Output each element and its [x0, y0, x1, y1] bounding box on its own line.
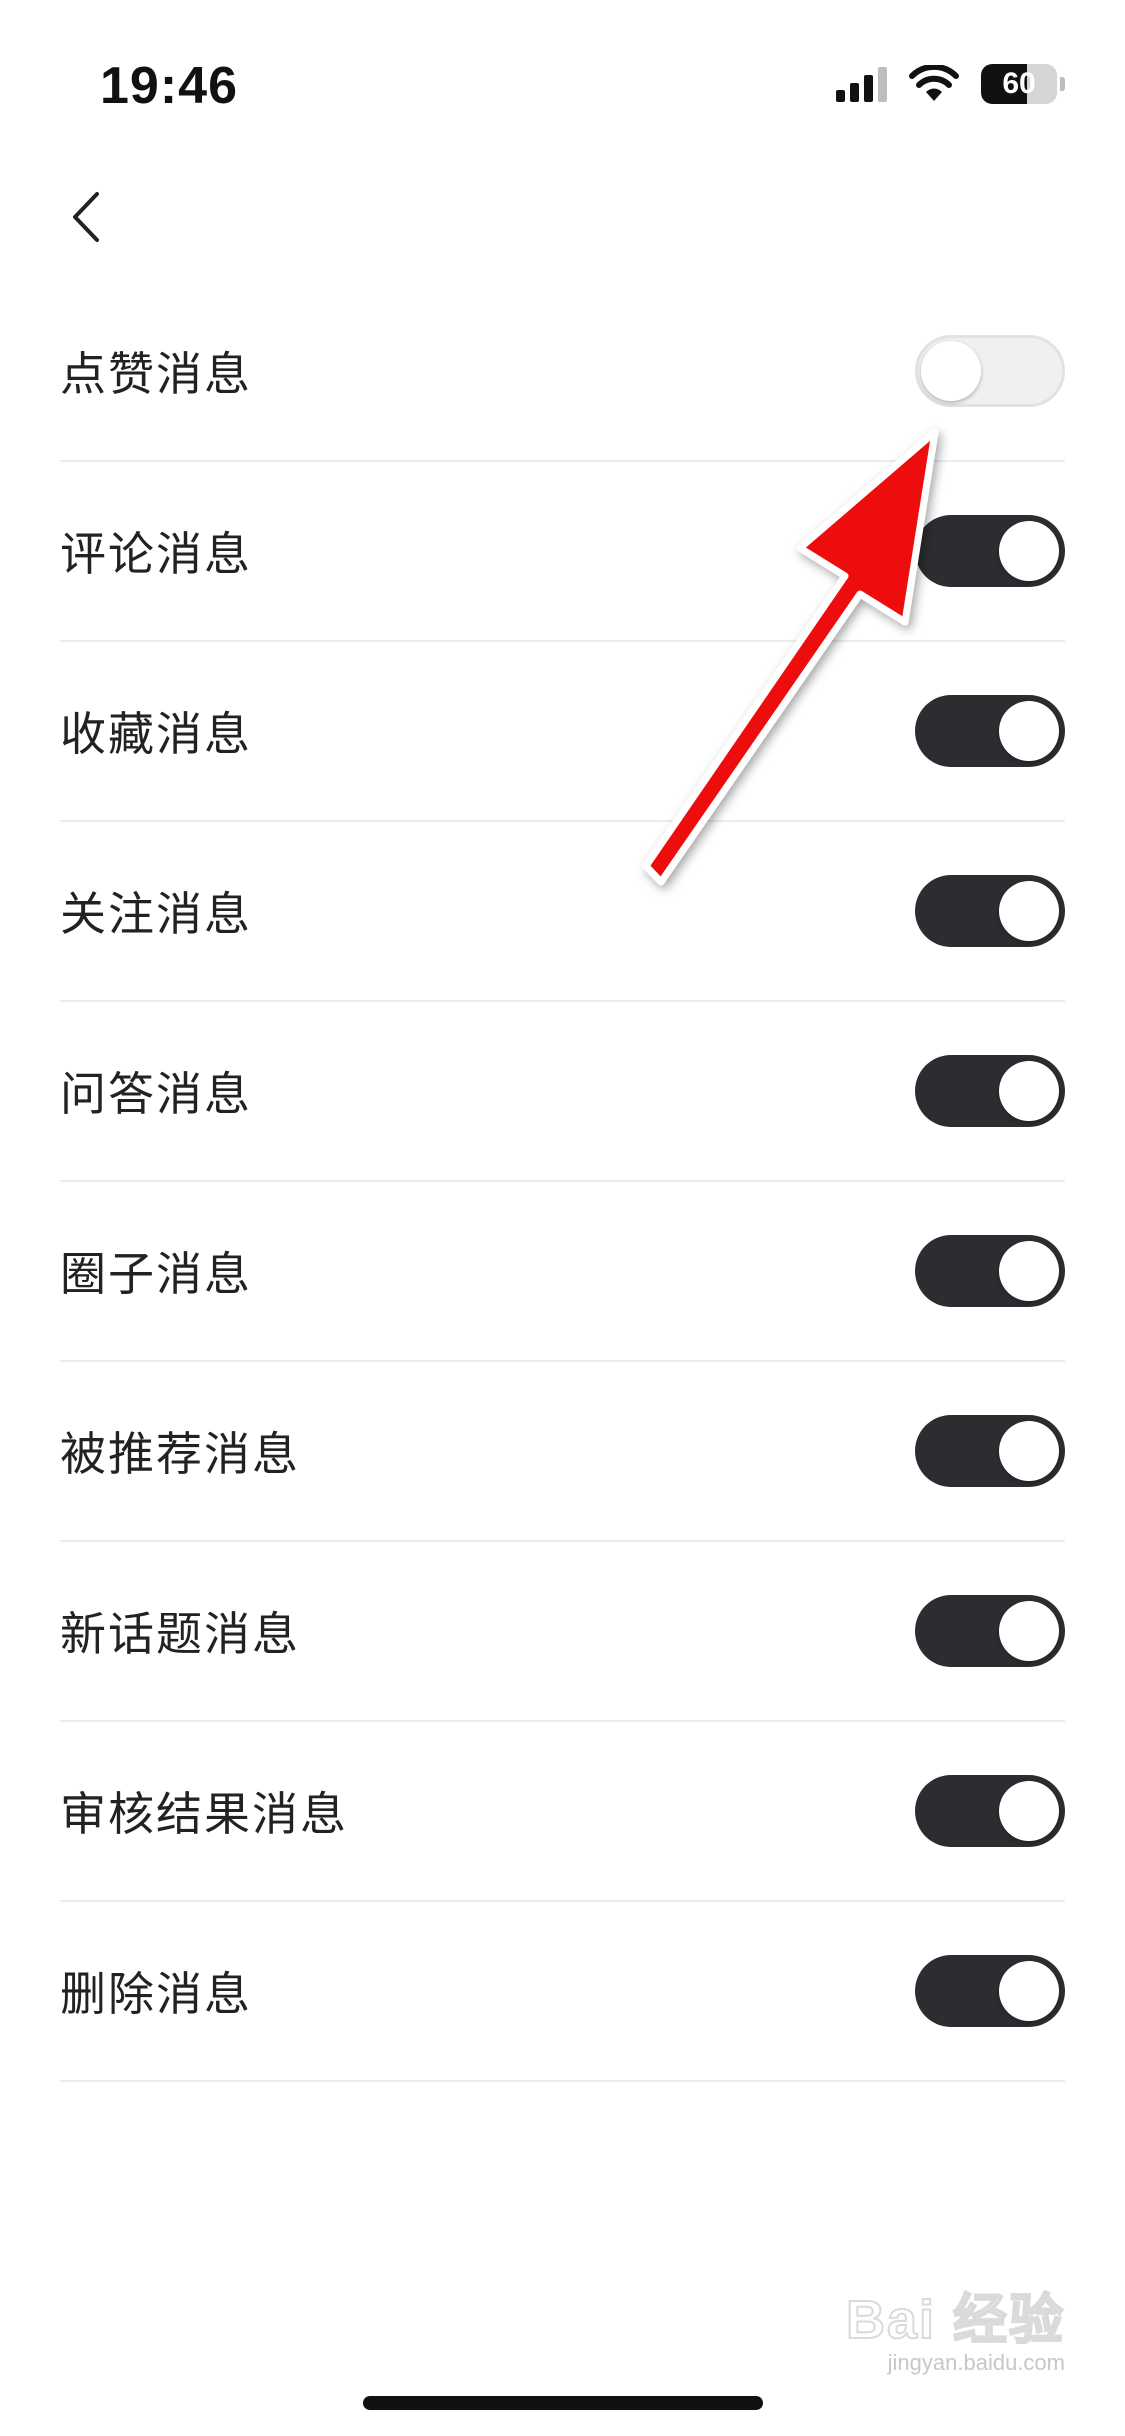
setting-label: 删除消息 — [60, 1967, 252, 2021]
follows-toggle[interactable] — [915, 875, 1065, 947]
deletion-toggle[interactable] — [915, 1955, 1065, 2027]
setting-row-deletion: 删除消息 — [60, 1902, 1065, 2082]
baidu-watermark: Bai 经验 jingyan.baidu.com — [845, 2275, 1065, 2376]
wifi-icon — [909, 65, 959, 101]
setting-label: 圈子消息 — [60, 1247, 252, 1301]
setting-label: 收藏消息 — [60, 707, 252, 761]
setting-row-review-result: 审核结果消息 — [60, 1722, 1065, 1902]
setting-row-follows: 关注消息 — [60, 822, 1065, 1002]
toggle-knob — [999, 521, 1059, 581]
qa-toggle[interactable] — [915, 1055, 1065, 1127]
circles-toggle[interactable] — [915, 1235, 1065, 1307]
status-bar: 19:46 60 — [0, 0, 1125, 170]
toggle-knob — [999, 1961, 1059, 2021]
toggle-knob — [999, 1061, 1059, 1121]
toggle-knob — [999, 881, 1059, 941]
recommended-toggle[interactable] — [915, 1415, 1065, 1487]
watermark-main: Bai 经验 — [845, 2289, 1065, 2351]
back-button[interactable] — [56, 182, 116, 252]
setting-row-recommended: 被推荐消息 — [60, 1362, 1065, 1542]
likes-toggle[interactable] — [915, 335, 1065, 407]
toggle-knob — [921, 341, 981, 401]
setting-row-qa: 问答消息 — [60, 1002, 1065, 1182]
setting-row-new-topic: 新话题消息 — [60, 1542, 1065, 1722]
setting-label: 新话题消息 — [60, 1607, 300, 1661]
setting-row-circles: 圈子消息 — [60, 1182, 1065, 1362]
toggle-knob — [999, 701, 1059, 761]
toggle-knob — [999, 1781, 1059, 1841]
battery-icon: 60 — [981, 64, 1057, 104]
comments-toggle[interactable] — [915, 515, 1065, 587]
toggle-knob — [999, 1421, 1059, 1481]
setting-label: 审核结果消息 — [60, 1787, 348, 1841]
setting-label: 评论消息 — [60, 527, 252, 581]
status-time: 19:46 — [100, 57, 238, 115]
toggle-knob — [999, 1601, 1059, 1661]
review-result-toggle[interactable] — [915, 1775, 1065, 1847]
home-indicator[interactable] — [363, 2396, 763, 2410]
setting-row-comments: 评论消息 — [60, 462, 1065, 642]
chevron-left-icon — [73, 192, 99, 242]
notification-settings-list: 点赞消息 评论消息 收藏消息 关注消息 问答消息 圈子消息 被推荐消息 新话题消… — [60, 282, 1065, 2082]
setting-label: 关注消息 — [60, 887, 252, 941]
new-topic-toggle[interactable] — [915, 1595, 1065, 1667]
toggle-knob — [999, 1241, 1059, 1301]
favorites-toggle[interactable] — [915, 695, 1065, 767]
setting-label: 问答消息 — [60, 1067, 252, 1121]
battery-percent: 60 — [1002, 67, 1036, 100]
setting-label: 被推荐消息 — [60, 1427, 300, 1481]
setting-row-likes: 点赞消息 — [60, 282, 1065, 462]
status-icons: 60 — [836, 64, 1065, 104]
setting-label: 点赞消息 — [60, 347, 252, 401]
setting-row-favorites: 收藏消息 — [60, 642, 1065, 822]
watermark-sub: jingyan.baidu.com — [887, 2350, 1065, 2375]
battery-nub — [1060, 77, 1065, 91]
signal-icon — [836, 66, 887, 102]
